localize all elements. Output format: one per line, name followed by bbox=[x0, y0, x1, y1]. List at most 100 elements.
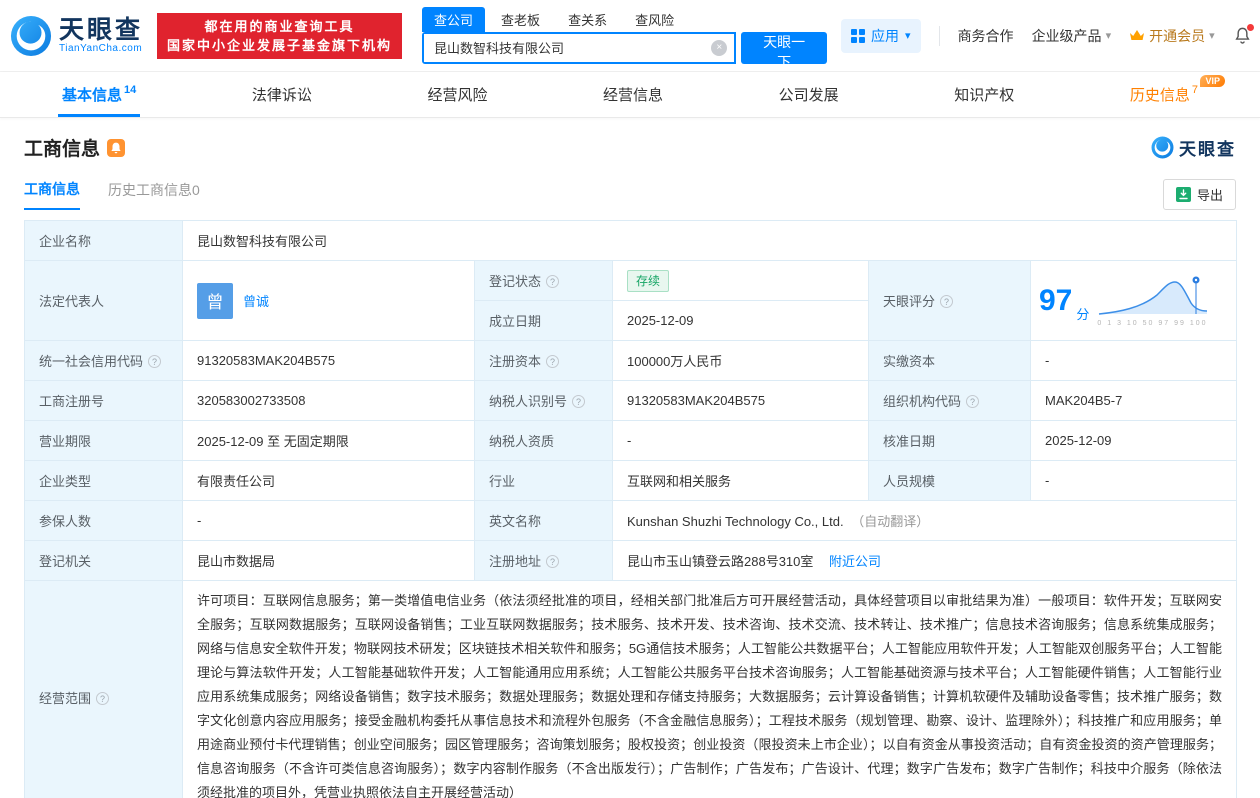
business-info-table: 企业名称 昆山数智科技有限公司 法定代表人 曾 曾诚 登记状态? 存续 天眼评分… bbox=[24, 220, 1237, 798]
score-unit: 分 bbox=[1076, 304, 1089, 323]
reg-address-value: 昆山市玉山镇登云路288号310室 bbox=[627, 554, 813, 569]
top-nav: 应用 ▾ 商务合作 企业级产品 ▾ 开通会员 ▾ 超级风... bbox=[841, 19, 1260, 53]
search-tab-boss[interactable]: 查老板 bbox=[489, 7, 552, 32]
subtab-business-info[interactable]: 工商信息 bbox=[24, 179, 80, 210]
company-detail-tabs: 基本信息14 法律诉讼 经营风险 经营信息 公司发展 知识产权 历史信息7 VI… bbox=[0, 72, 1260, 118]
legal-rep-label: 法定代表人 bbox=[25, 261, 183, 341]
page-title: 工商信息 bbox=[24, 134, 100, 161]
approval-date-label: 核准日期 bbox=[869, 421, 1031, 461]
brand-name: 天眼查 bbox=[59, 17, 143, 43]
org-code-value: MAK204B5-7 bbox=[1031, 381, 1237, 421]
search-tab-risk[interactable]: 查风险 bbox=[623, 7, 686, 32]
reg-number-value: 320583002733508 bbox=[183, 381, 475, 421]
taxpayer-id-label: 纳税人识别号 bbox=[489, 394, 567, 409]
watermark-text: 天眼查 bbox=[1179, 135, 1236, 160]
help-icon[interactable]: ? bbox=[546, 555, 559, 568]
help-icon[interactable]: ? bbox=[546, 355, 559, 368]
tab-history-info[interactable]: 历史信息7 VIP bbox=[1126, 72, 1202, 117]
apps-button[interactable]: 应用 ▾ bbox=[841, 19, 921, 53]
tab-intellectual-property[interactable]: 知识产权 bbox=[950, 72, 1018, 117]
table-row: 营业期限 2025-12-09 至 无固定期限 纳税人资质 - 核准日期 202… bbox=[25, 421, 1237, 461]
nav-membership[interactable]: 开通会员 ▾ bbox=[1129, 26, 1215, 46]
legal-rep-link[interactable]: 曾诚 bbox=[243, 291, 269, 310]
tab-operation-info[interactable]: 经营信息 bbox=[599, 72, 667, 117]
nav-biz-coop[interactable]: 商务合作 bbox=[958, 26, 1014, 46]
watermark-logo: 天眼查 bbox=[1151, 135, 1236, 160]
tab-operation-risk[interactable]: 经营风险 bbox=[423, 72, 491, 117]
credit-code-value: 91320583MAK204B575 bbox=[183, 341, 475, 381]
tab-basic-info[interactable]: 基本信息14 bbox=[58, 72, 140, 117]
insured-count-value: - bbox=[183, 501, 475, 541]
org-code-label: 组织机构代码 bbox=[883, 394, 961, 409]
avatar: 曾 bbox=[197, 283, 233, 319]
reg-capital-value: 100000万人民币 bbox=[613, 341, 869, 381]
status-badge: 存续 bbox=[627, 270, 669, 292]
search-tabs: 查公司 查老板 查关系 查风险 bbox=[422, 8, 827, 32]
logo-swirl-icon bbox=[10, 15, 52, 57]
table-row: 工商注册号 320583002733508 纳税人识别号? 91320583MA… bbox=[25, 381, 1237, 421]
export-button[interactable]: 导出 bbox=[1163, 179, 1236, 210]
top-header: 天眼查 TianYanCha.com 都在用的商业查询工具 国家中小企业发展子基… bbox=[0, 0, 1260, 72]
nav-divider bbox=[939, 26, 940, 46]
table-row: 参保人数 - 英文名称 Kunshan Shuzhi Technology Co… bbox=[25, 501, 1237, 541]
table-row: 统一社会信用代码? 91320583MAK204B575 注册资本? 10000… bbox=[25, 341, 1237, 381]
score-value: 97 bbox=[1039, 286, 1072, 316]
nearby-companies-link[interactable]: 附近公司 bbox=[829, 554, 881, 569]
help-icon[interactable]: ? bbox=[546, 275, 559, 288]
search-block: 查公司 查老板 查关系 查风险 × 天眼一下 bbox=[422, 8, 827, 64]
brand-domain: TianYanCha.com bbox=[59, 43, 143, 54]
reg-number-label: 工商注册号 bbox=[25, 381, 183, 421]
taxpayer-qualification-value: - bbox=[613, 421, 869, 461]
staff-size-label: 人员规模 bbox=[869, 461, 1031, 501]
search-tab-company[interactable]: 查公司 bbox=[422, 7, 485, 32]
company-type-value: 有限责任公司 bbox=[183, 461, 475, 501]
tab-count: 7 bbox=[1192, 84, 1198, 96]
help-icon[interactable]: ? bbox=[96, 692, 109, 705]
company-name-label: 企业名称 bbox=[25, 221, 183, 261]
search-tab-relation[interactable]: 查关系 bbox=[556, 7, 619, 32]
paid-capital-value: - bbox=[1031, 341, 1237, 381]
reg-status-label: 登记状态 bbox=[489, 274, 541, 289]
insured-count-label: 参保人数 bbox=[25, 501, 183, 541]
industry-value: 互联网和相关服务 bbox=[613, 461, 869, 501]
grid-icon bbox=[851, 29, 865, 43]
promo-line-1: 都在用的商业查询工具 bbox=[167, 17, 392, 36]
export-icon bbox=[1176, 187, 1191, 202]
score-axis-ticks: 0 1 3 10 50 97 99 100 bbox=[1097, 320, 1209, 327]
chevron-down-icon: ▾ bbox=[1106, 29, 1112, 42]
reg-authority-value: 昆山市数据局 bbox=[183, 541, 475, 581]
promo-line-2: 国家中小企业发展子基金旗下机构 bbox=[167, 36, 392, 55]
search-input-wrap: × bbox=[422, 32, 736, 64]
score-label: 天眼评分 bbox=[883, 294, 935, 309]
tab-legal-litigation[interactable]: 法律诉讼 bbox=[248, 72, 316, 117]
promo-banner: 都在用的商业查询工具 国家中小企业发展子基金旗下机构 bbox=[157, 13, 402, 59]
tab-company-development[interactable]: 公司发展 bbox=[775, 72, 843, 117]
help-icon[interactable]: ? bbox=[966, 395, 979, 408]
paid-capital-label: 实缴资本 bbox=[869, 341, 1031, 381]
announcement-bell-icon[interactable] bbox=[107, 139, 125, 157]
notification-bell-icon[interactable] bbox=[1233, 26, 1252, 45]
establish-date-label: 成立日期 bbox=[475, 301, 613, 341]
nav-enterprise-products[interactable]: 企业级产品 ▾ bbox=[1032, 26, 1112, 46]
crown-icon bbox=[1129, 29, 1145, 42]
help-icon[interactable]: ? bbox=[572, 395, 585, 408]
taxpayer-qualification-label: 纳税人资质 bbox=[475, 421, 613, 461]
apps-label: 应用 bbox=[871, 26, 899, 46]
help-icon[interactable]: ? bbox=[940, 295, 953, 308]
tianyancha-logo[interactable]: 天眼查 TianYanCha.com bbox=[10, 15, 143, 57]
reg-authority-label: 登记机关 bbox=[25, 541, 183, 581]
table-row: 企业名称 昆山数智科技有限公司 bbox=[25, 221, 1237, 261]
reg-capital-label: 注册资本 bbox=[489, 354, 541, 369]
business-term-value: 2025-12-09 至 无固定期限 bbox=[183, 421, 475, 461]
english-name-note: （自动翻译） bbox=[851, 514, 929, 529]
reg-address-label: 注册地址 bbox=[489, 554, 541, 569]
search-input[interactable] bbox=[424, 34, 734, 62]
search-button[interactable]: 天眼一下 bbox=[741, 32, 827, 64]
help-icon[interactable]: ? bbox=[148, 355, 161, 368]
vip-badge: VIP bbox=[1200, 75, 1225, 87]
clear-search-icon[interactable]: × bbox=[711, 40, 727, 56]
taxpayer-id-value: 91320583MAK204B575 bbox=[613, 381, 869, 421]
table-row: 企业类型 有限责任公司 行业 互联网和相关服务 人员规模 - bbox=[25, 461, 1237, 501]
score-chart: 0 1 3 10 50 97 99 100 bbox=[1097, 274, 1209, 327]
subtab-history-business-info[interactable]: 历史工商信息0 bbox=[108, 180, 200, 209]
